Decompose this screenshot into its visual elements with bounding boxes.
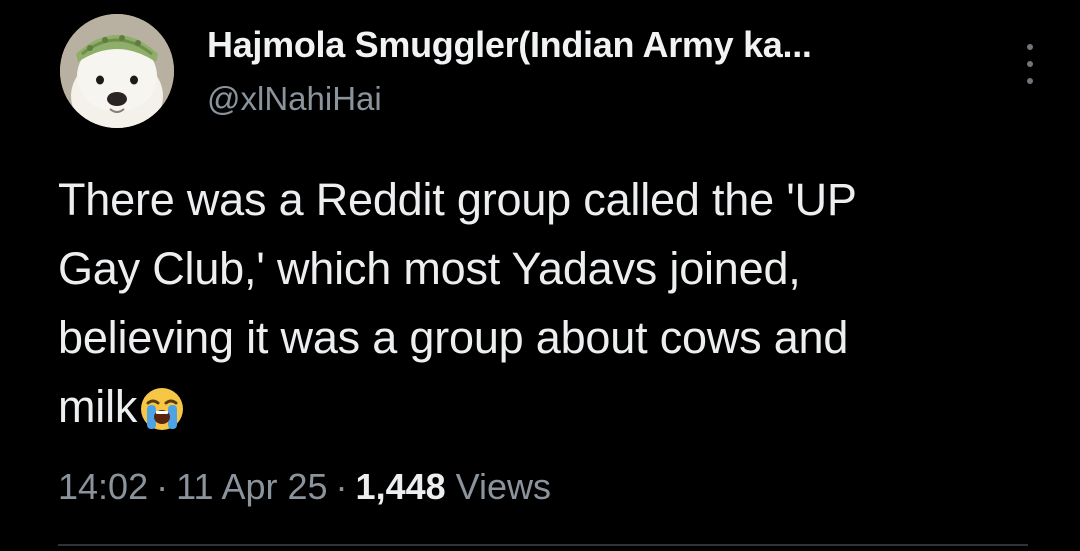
avatar[interactable] [60,14,174,128]
tweet-text-line: Gay Club,' which most Yadavs joined, [58,243,801,294]
views-count[interactable]: 1,448 [356,466,446,507]
dog-avatar-icon [60,14,174,128]
tweet-text-line-last: milk [58,372,1048,451]
meta-separator: · [335,466,348,507]
tweet-meta: 14:02 · 11 Apr 25 · 1,448 Views [58,466,551,508]
more-dot [1027,44,1033,50]
views-label: Views [455,466,552,507]
tweet-time[interactable]: 14:02 [58,466,148,507]
author-display-name[interactable]: Hajmola Smuggler(Indian Army ka... [207,24,812,66]
more-options-button[interactable] [1018,44,1042,84]
author-handle[interactable]: @xlNahiHai [207,80,382,118]
tweet-text-segment: milk [58,381,138,432]
tweet-text-line: believing it was a group about cows and [58,312,849,363]
tweet-text-line: There was a Reddit group called the 'UP [58,174,857,225]
divider [58,544,1028,546]
more-dot [1027,78,1033,84]
meta-separator: · [156,466,169,507]
tweet-text: There was a Reddit group called the 'UP … [58,165,1048,451]
loudly-crying-face-icon [139,382,185,451]
more-dot [1027,61,1033,67]
tweet-card: Hajmola Smuggler(Indian Army ka... @xlNa… [0,0,1080,551]
tweet-date[interactable]: 11 Apr 25 [176,466,327,507]
